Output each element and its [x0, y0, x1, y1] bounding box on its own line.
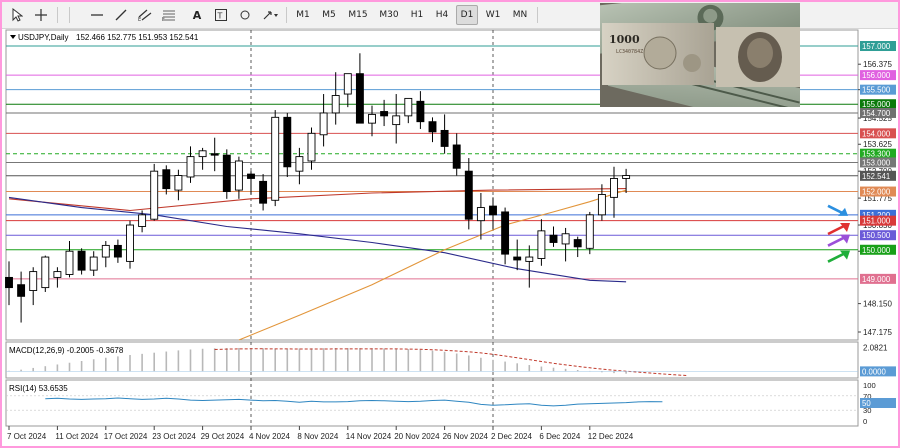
bullish-candle [29, 271, 38, 291]
bearish-candle [573, 239, 582, 248]
time-axis-label: 8 Nov 2024 [297, 432, 338, 441]
rsi-title: RSI(14) 53.6535 [9, 384, 68, 393]
bearish-candle [501, 211, 510, 255]
bullish-candle [525, 256, 534, 262]
bullish-candle [561, 233, 570, 245]
price-tick-label: 148.150 [863, 300, 892, 309]
bullish-candle [610, 178, 618, 198]
price-level-label: 151.000 [862, 217, 891, 226]
price-level-label: 155.500 [862, 86, 891, 95]
price-level-label: 153.300 [862, 150, 891, 159]
bearish-candle [259, 180, 268, 204]
macd-title: MACD(12,26,9) -0.2005 -0.3678 [9, 346, 124, 355]
bullish-candle [295, 156, 304, 172]
bearish-candle [162, 169, 171, 190]
bullish-candle [138, 214, 147, 227]
bullish-candle [331, 95, 340, 114]
price-level-label: 154.700 [862, 109, 891, 118]
price-level-label: 152.000 [862, 188, 891, 197]
time-axis-label: 14 Nov 2024 [346, 432, 392, 441]
price-tick-label: 156.375 [863, 60, 892, 69]
time-axis-label: 11 Oct 2024 [55, 432, 99, 441]
bearish-candle [440, 129, 449, 147]
bearish-candle [549, 234, 558, 243]
time-axis-label: 29 Oct 2024 [201, 432, 245, 441]
banknote-serial: LC340784Z [616, 49, 643, 55]
bearish-candle [247, 173, 255, 179]
bullish-candle [392, 115, 401, 126]
bullish-candle [101, 244, 110, 258]
macd-tick-label: 0.0000 [862, 367, 887, 376]
price-level-label: 156.000 [862, 71, 891, 80]
bearish-candle [489, 205, 497, 216]
bullish-candle [537, 230, 546, 259]
bearish-candle [380, 111, 389, 117]
bullish-candle [271, 116, 280, 201]
bearish-candle [355, 73, 364, 124]
price-level-label: 149.000 [862, 275, 891, 284]
bearish-candle [17, 284, 26, 297]
usd-jpy-banknotes-photo: 1000 LC340784Z [600, 3, 800, 107]
bullish-candle [126, 224, 134, 262]
time-axis-label: 4 Nov 2024 [249, 432, 290, 441]
time-axis-label: 26 Nov 2024 [443, 432, 489, 441]
price-level-label: 157.000 [862, 42, 891, 51]
bearish-candle [464, 170, 473, 220]
bearish-candle [5, 276, 13, 289]
time-axis-label: 23 Oct 2024 [152, 432, 196, 441]
rsi-tick-label: 0 [863, 417, 867, 426]
price-level-label: 150.500 [862, 231, 891, 240]
chart-symbol-title: USDJPY,Daily [18, 33, 69, 42]
price-level-label: 153.000 [862, 158, 891, 167]
time-axis-label: 20 Nov 2024 [394, 432, 440, 441]
bearish-candle [113, 244, 122, 258]
bearish-candle [283, 116, 292, 168]
bullish-candle [174, 175, 183, 191]
bearish-candle [428, 121, 437, 133]
trading-terminal-window: E F A T M1 M5 M15 M30 H1 H4 D1 W1 MN USDJPY,Dail… [2, 2, 898, 446]
banknote-denomination: 1000 [609, 33, 640, 46]
bearish-candle [452, 144, 461, 169]
rsi-tick-label: 100 [863, 381, 876, 390]
price-level-label: 150.000 [862, 246, 891, 255]
bullish-candle [150, 170, 159, 220]
time-axis-label: 6 Dec 2024 [539, 432, 580, 441]
bullish-candle [343, 73, 352, 95]
bullish-candle [368, 113, 376, 124]
bearish-candle [416, 100, 425, 123]
time-axis-label: 12 Dec 2024 [588, 432, 634, 441]
bearish-candle [210, 153, 219, 156]
bullish-candle [476, 207, 485, 222]
time-axis-label: 17 Oct 2024 [104, 432, 148, 441]
macd-tick-label: 2.0821 [863, 343, 888, 352]
rsi-tick-label: 30 [863, 406, 871, 415]
bearish-candle [222, 154, 231, 192]
price-level-label: 152.541 [862, 172, 890, 181]
bullish-candle [186, 156, 195, 178]
bullish-candle [41, 256, 50, 289]
bullish-candle [404, 97, 413, 117]
bullish-candle [198, 150, 207, 158]
bullish-candle [89, 256, 98, 271]
bullish-candle [234, 160, 243, 191]
bullish-candle [65, 250, 74, 275]
rsi-pane-frame [5, 379, 859, 427]
price-level-label: 155.000 [862, 100, 891, 109]
ohlc-readout: 152.466 152.775 151.953 152.541 [76, 33, 199, 42]
bullish-candle [622, 175, 631, 179]
price-tick-label: 153.625 [863, 140, 892, 149]
bullish-candle [319, 112, 328, 136]
price-level-label: 154.000 [862, 129, 891, 138]
bearish-candle [77, 250, 86, 271]
bearish-candle [513, 256, 522, 261]
time-axis-label: 7 Oct 2024 [7, 432, 47, 441]
bullish-candle [307, 132, 316, 162]
bullish-candle [585, 214, 594, 249]
bullish-candle [597, 194, 606, 216]
time-axis-label: 2 Dec 2024 [491, 432, 532, 441]
price-tick-label: 147.175 [863, 328, 892, 337]
bullish-candle [53, 271, 62, 278]
